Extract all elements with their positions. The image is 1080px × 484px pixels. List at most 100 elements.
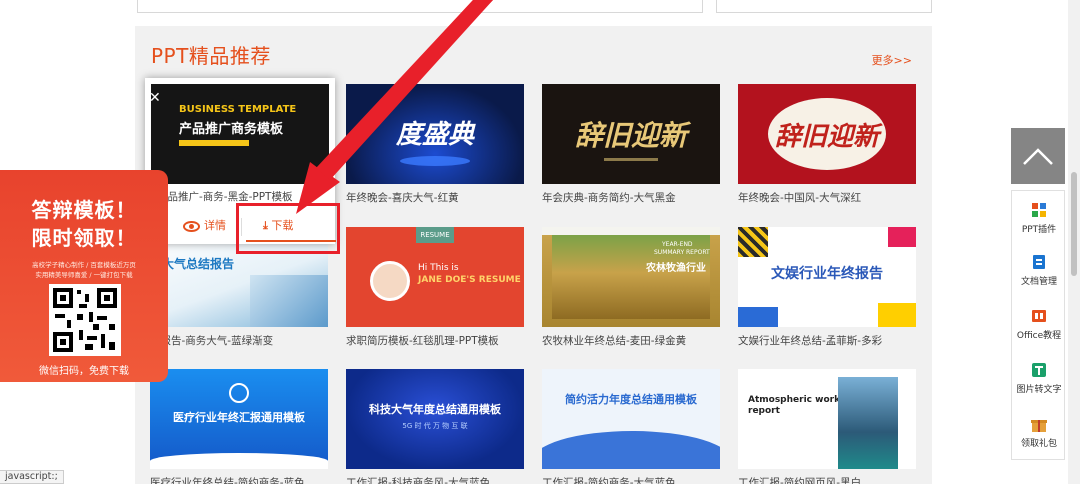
section-title: PPT精品推荐 xyxy=(151,44,271,68)
top-card-right xyxy=(716,0,932,13)
highlight-box xyxy=(236,203,340,254)
promo-title-2: 限时领取！ xyxy=(31,226,137,250)
template-thumbnail[interactable]: 科技大气年度总结通用模板 5G 时 代 万 物 互 联 xyxy=(346,369,524,469)
thumbnail-title: 简约活力年度总结通用模板 xyxy=(565,393,697,406)
promo-title-1: 答辩模板！ xyxy=(31,198,137,222)
side-item-label: PPT插件 xyxy=(1021,225,1057,235)
image-to-text-icon xyxy=(1030,361,1048,379)
template-thumbnail[interactable]: 辞旧迎新 xyxy=(738,84,916,184)
qr-code xyxy=(49,284,121,356)
close-icon[interactable]: ✕ xyxy=(149,90,161,106)
promo-subtitle-2: 实用精美导师喜爱 / 一键打包下载 xyxy=(35,271,133,279)
detail-label: 详情 xyxy=(204,219,226,232)
template-thumbnail[interactable]: 辞旧迎新 xyxy=(542,84,720,184)
thumbnail-title-2: report xyxy=(748,406,780,416)
thumbnail-title-en: BUSINESS TEMPLATE xyxy=(179,104,297,115)
thumbnail-title: 度盛典 xyxy=(395,120,474,150)
promo-subtitle-1: 高校学子精心制作 / 百套模板近万页 xyxy=(32,261,136,269)
template-card[interactable]: 文娱行业年终报告 文娱行业年终总结-孟菲斯-多彩 xyxy=(738,227,916,348)
memphis-block xyxy=(888,227,916,247)
eye-icon xyxy=(183,220,200,232)
medical-cross-icon xyxy=(229,383,249,403)
template-caption[interactable]: 年终晚会-喜庆大气-红黄 xyxy=(346,190,524,205)
thumbnail-bar xyxy=(179,140,249,146)
template-caption[interactable]: 医疗行业年终总结-简约商务-蓝色 xyxy=(150,475,328,484)
side-item-office-tutorial[interactable]: Office教程 xyxy=(1012,307,1066,341)
thumbnail-title: 产品推广商务模板 xyxy=(179,122,284,137)
thumbnail-title: 医疗行业年终汇报通用模板 xyxy=(173,411,305,424)
side-item-document-manage[interactable]: 文档管理 xyxy=(1012,253,1066,287)
side-item-image-to-text[interactable]: 图片转文字 xyxy=(1012,361,1066,395)
scrollbar-thumb[interactable] xyxy=(1071,172,1077,276)
stage-glow xyxy=(400,156,470,166)
wave-shape xyxy=(150,453,328,469)
thumbnail-title: 辞旧迎新 xyxy=(574,119,687,152)
thumbnail-subline xyxy=(604,158,658,161)
thumbnail-subtitle: 5G 时 代 万 物 互 联 xyxy=(402,422,468,430)
chevron-up-icon xyxy=(1023,148,1053,165)
template-caption[interactable]: 产品推广-商务-黑金-PPT模板 xyxy=(157,189,292,204)
memphis-block xyxy=(878,303,916,327)
memphis-pattern xyxy=(738,227,768,257)
template-thumbnail[interactable]: 度盛典 xyxy=(346,84,524,184)
resume-ribbon: RESUME xyxy=(416,227,454,243)
template-caption[interactable]: 农牧林业年终总结-麦田-绿金黄 xyxy=(542,333,720,348)
template-card[interactable]: 辞旧迎新 年终晚会-中国风-大气深红 xyxy=(738,84,916,205)
side-item-gift[interactable]: 领取礼包 xyxy=(1012,415,1066,449)
thumbnail-building xyxy=(250,275,328,327)
promo-banner[interactable]: 答辩模板！ 限时领取！ 高校学子精心制作 / 百套模板近万页 实用精美导师喜爱 … xyxy=(0,170,168,382)
gift-icon xyxy=(1030,415,1048,433)
template-card[interactable]: YEAR-END SUMMARY REPORT 农林牧渔行业 农牧林业年终总结-… xyxy=(542,227,720,348)
memphis-block xyxy=(738,307,778,327)
template-card[interactable]: Atmospheric work report 工作汇报-简约网页风-黑白 xyxy=(738,369,916,484)
template-caption[interactable]: 工作汇报-简约网页风-黑白 xyxy=(738,475,916,484)
template-card[interactable]: 简约活力年度总结通用模板 工作汇报-简约商务-大气蓝色 xyxy=(542,369,720,484)
side-item-label: 文档管理 xyxy=(1020,277,1057,287)
template-caption[interactable]: 求职简历模板-红毯肌理-PPT模板 xyxy=(346,333,524,348)
template-thumbnail[interactable]: RESUME Hi This is JANE DOE'S RESUME xyxy=(346,227,524,327)
top-card-left xyxy=(137,0,703,13)
template-thumbnail[interactable]: Atmospheric work report xyxy=(738,369,916,469)
side-item-label: 图片转文字 xyxy=(1016,385,1062,395)
template-caption[interactable]: 文娱行业年终总结-孟菲斯-多彩 xyxy=(738,333,916,348)
office-tutorial-icon xyxy=(1030,307,1048,325)
template-thumbnail[interactable]: 简约活力年度总结通用模板 xyxy=(542,369,720,469)
template-caption[interactable]: 年会庆典-商务简约-大气黑金 xyxy=(542,190,720,205)
template-thumbnail[interactable]: YEAR-END SUMMARY REPORT 农林牧渔行业 xyxy=(542,227,720,327)
scroll-top-button[interactable] xyxy=(1011,128,1065,184)
side-item-ppt-plugin[interactable]: PPT插件 xyxy=(1012,201,1066,235)
side-item-label: 领取礼包 xyxy=(1020,439,1057,449)
template-card[interactable]: RESUME Hi This is JANE DOE'S RESUME 求职简历… xyxy=(346,227,524,348)
thumbnail-title: Atmospheric work xyxy=(748,395,841,405)
template-thumbnail[interactable]: 医疗行业年终汇报通用模板 xyxy=(150,369,328,469)
template-caption[interactable]: 年终晚会-中国风-大气深红 xyxy=(738,190,916,205)
more-link[interactable]: 更多>> xyxy=(872,52,912,68)
thumbnail-title: 文娱行业年终报告 xyxy=(771,266,883,282)
template-caption[interactable]: 工作汇报-科技商务风-大气蓝色 xyxy=(346,475,524,484)
template-card[interactable]: 度盛典 年终晚会-喜庆大气-红黄 xyxy=(346,84,524,205)
side-toolbar: PPT插件 文档管理 Office教程 图片转文字 领取礼包 xyxy=(1011,190,1065,460)
template-caption[interactable]: 结报告-商务大气-蓝绿渐变 xyxy=(150,333,328,348)
thumbnail-title: 农林牧渔行业 xyxy=(646,263,706,274)
thumbnail-photo xyxy=(838,377,898,469)
promo-footer: 微信扫码，免费下载 xyxy=(39,366,129,377)
top-strip xyxy=(0,0,1080,26)
template-thumbnail[interactable]: 文娱行业年终报告 xyxy=(738,227,916,327)
thumbnail-title: JANE DOE'S RESUME xyxy=(418,275,521,285)
thumbnail-tag: YEAR-END xyxy=(662,241,693,248)
ppt-plugin-icon xyxy=(1030,201,1048,219)
avatar xyxy=(370,261,410,301)
side-item-label: Office教程 xyxy=(1016,331,1062,341)
template-thumbnail[interactable]: BUSINESS TEMPLATE 产品推广商务模板 xyxy=(151,84,329,184)
status-bar: javascript:; xyxy=(0,470,64,484)
thumbnail-title: 辞旧迎新 xyxy=(774,122,879,152)
thumbnail-title: 科技大气年度总结通用模板 xyxy=(369,403,501,416)
template-caption[interactable]: 工作汇报-简约商务-大气蓝色 xyxy=(542,475,720,484)
template-card[interactable]: 医疗行业年终汇报通用模板 医疗行业年终总结-简约商务-蓝色 xyxy=(150,369,328,484)
template-card[interactable]: 科技大气年度总结通用模板 5G 时 代 万 物 互 联 工作汇报-科技商务风-大… xyxy=(346,369,524,484)
scrollbar[interactable] xyxy=(1068,0,1080,484)
detail-button[interactable]: 详情 xyxy=(183,217,226,233)
wave-shape xyxy=(542,431,720,469)
thumbnail-subtitle: SUMMARY REPORT xyxy=(654,249,710,256)
template-card[interactable]: 辞旧迎新 年会庆典-商务简约-大气黑金 xyxy=(542,84,720,205)
